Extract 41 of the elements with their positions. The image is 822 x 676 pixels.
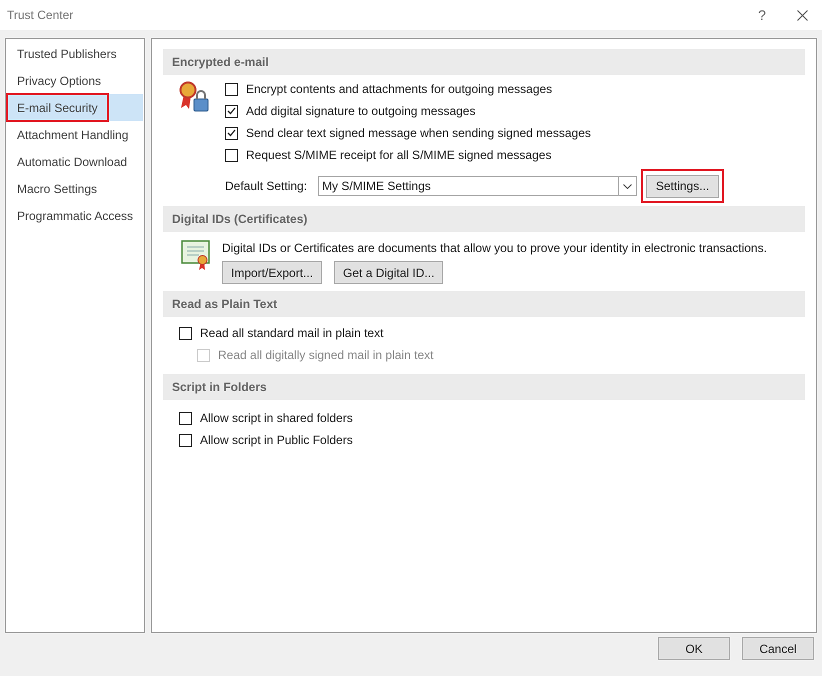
certificate-icon	[181, 239, 211, 271]
sidebar-item[interactable]: E-mail Security	[7, 94, 143, 121]
window-title: Trust Center	[7, 7, 74, 24]
default-setting-dropdown[interactable]: My S/MIME Settings	[318, 176, 638, 196]
checkbox[interactable]	[225, 126, 238, 140]
section-header: Digital IDs (Certificates)	[163, 206, 805, 232]
checkbox-label: Read all standard mail in plain text	[200, 325, 384, 342]
default-setting-label: Default Setting:	[225, 178, 308, 195]
button[interactable]: Import/Export...	[222, 261, 322, 284]
sidebar-item[interactable]: Attachment Handling	[7, 121, 143, 148]
digital-ids-description: Digital IDs or Certificates are documents that allow you to prove your identity in electronic transactions.	[222, 240, 767, 257]
checkmark-icon	[227, 107, 236, 115]
section-header: Script in Folders	[163, 374, 805, 400]
sidebar-item[interactable]: Programmatic Access	[7, 202, 143, 229]
checkbox[interactable]	[225, 82, 238, 96]
checkbox-label: Encrypt contents and attachments for outgoing messages	[246, 81, 552, 98]
checkbox[interactable]	[225, 148, 238, 162]
checkbox[interactable]	[179, 412, 192, 424]
checkbox-label: Allow script in Public Folders	[200, 432, 353, 449]
button[interactable]: OK	[658, 637, 730, 660]
checkbox-label: Add digital signature to outgoing messages	[246, 103, 476, 120]
help-button[interactable]: ?	[742, 4, 782, 26]
checkbox[interactable]	[179, 434, 192, 446]
sidebar-item[interactable]: Privacy Options	[7, 67, 143, 94]
checkbox-label: Request S/MIME receipt for all S/MIME signed messages	[246, 147, 552, 164]
sidebar-item[interactable]: Macro Settings	[7, 175, 143, 202]
checkbox-label: Allow script in shared folders	[200, 410, 353, 427]
checkmark-icon	[227, 129, 236, 137]
chevron-down-icon	[623, 184, 632, 188]
close-icon	[796, 10, 808, 20]
sidebar-item[interactable]: Trusted Publishers	[7, 40, 143, 67]
checkbox-label: Send clear text signed message when sending signed messages	[246, 125, 591, 142]
checkbox[interactable]	[179, 326, 192, 340]
checkbox[interactable]	[225, 104, 238, 118]
section-header: Read as Plain Text	[163, 291, 805, 317]
checkbox-label: Read all digitally signed mail in plain text	[218, 347, 434, 364]
sidebar-item[interactable]: Automatic Download	[7, 148, 143, 175]
button[interactable]: Cancel	[742, 637, 814, 660]
button[interactable]: Get a Digital ID...	[334, 261, 444, 284]
button[interactable]: Settings...	[646, 174, 720, 198]
section-header: Encrypted e-mail	[163, 49, 805, 75]
